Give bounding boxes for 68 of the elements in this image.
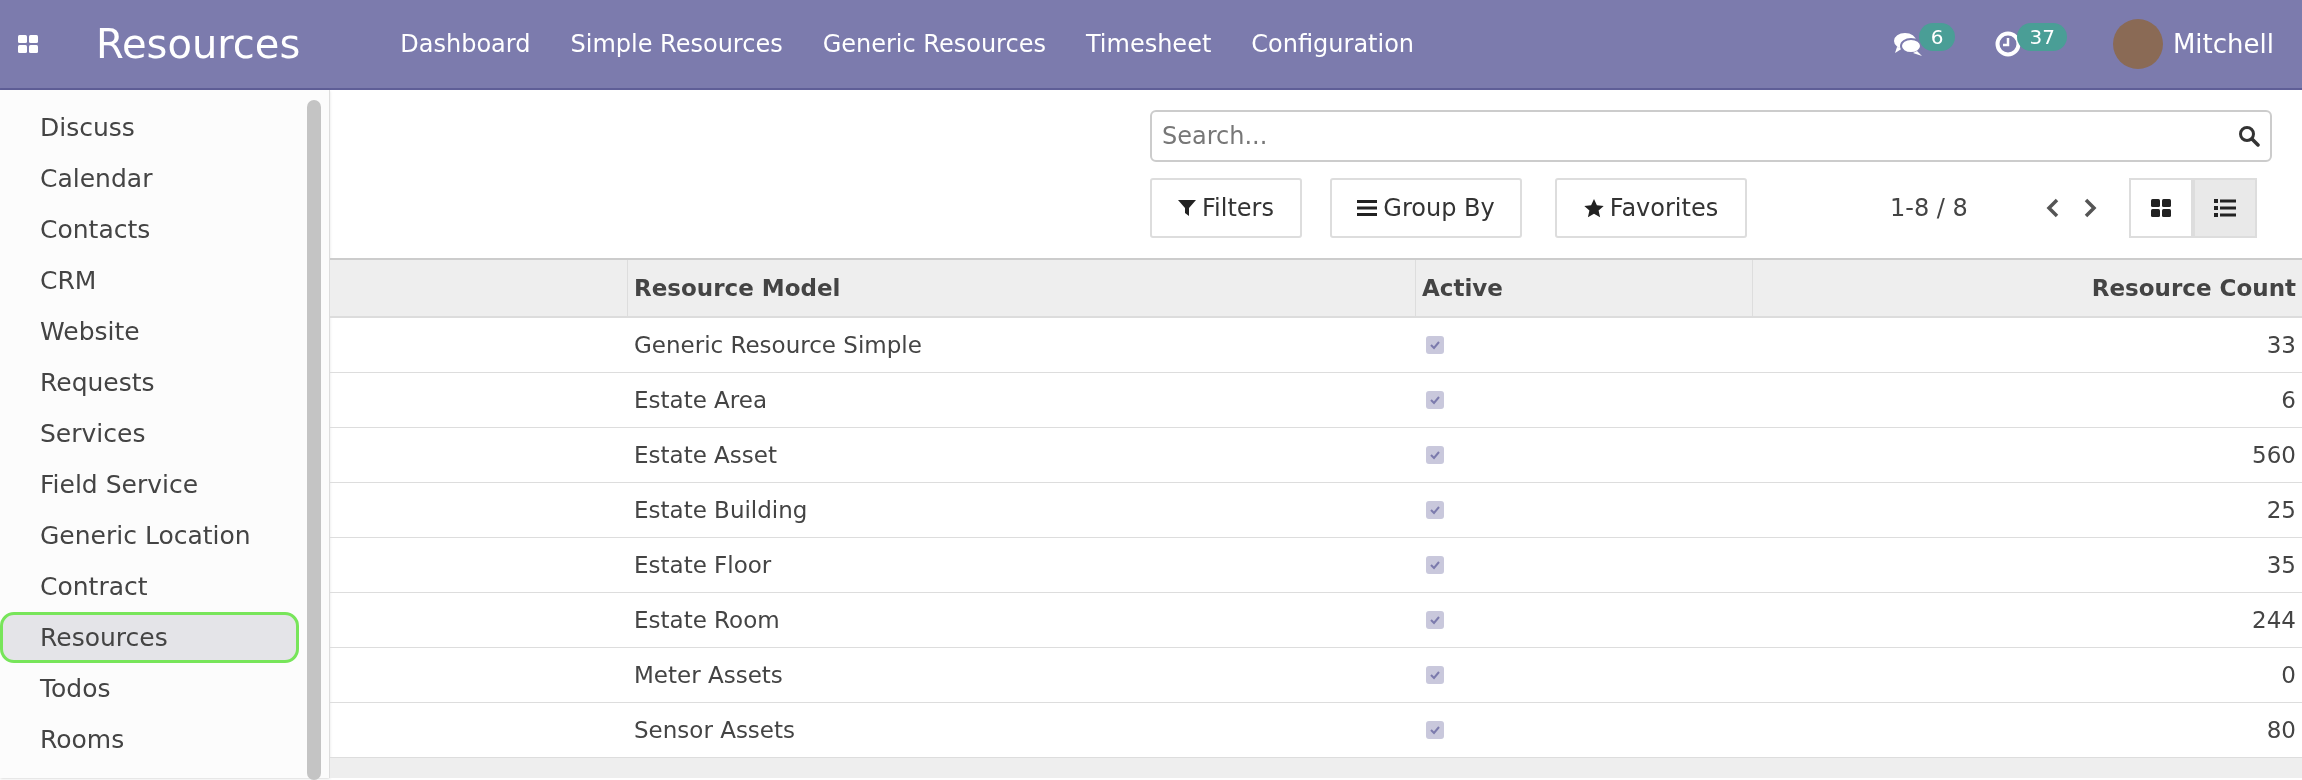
checkbox[interactable] (1426, 666, 1444, 684)
toolbar-button[interactable]: Filters (1150, 178, 1302, 238)
apps-menu-item[interactable]: Rooms (0, 714, 300, 765)
nav-menu-item[interactable]: Dashboard (400, 26, 531, 62)
checkbox[interactable] (1426, 611, 1444, 629)
checkbox[interactable] (1426, 721, 1444, 739)
user-name[interactable]: Mitchell (2172, 24, 2274, 64)
table-cell-text: Estate Room (633, 605, 781, 635)
next-icon[interactable] (2083, 197, 2097, 219)
view-switch-button[interactable] (2129, 178, 2193, 238)
checkbox[interactable] (1426, 446, 1444, 464)
apps-menu-item[interactable]: Website (0, 306, 300, 357)
toolbar-button[interactable]: Favorites (1555, 178, 1747, 238)
app-title: Resources (96, 20, 301, 69)
table-cell-text: 0 (2280, 660, 2297, 690)
checkbox[interactable] (1426, 336, 1444, 354)
apps-menu-item[interactable]: Generic Location (0, 510, 300, 561)
apps-menu-item[interactable]: Field Service (0, 459, 300, 510)
clock-icon[interactable] (1995, 31, 2022, 57)
notification-badge: 37 (2017, 23, 2067, 51)
previous-icon[interactable] (2046, 197, 2060, 219)
search-field[interactable]: Search... (1150, 110, 2272, 162)
table-cell-text: 6 (2280, 385, 2297, 415)
table-cell-text: Estate Asset (633, 440, 778, 470)
checkbox[interactable] (1426, 501, 1444, 519)
toolbar-button[interactable]: Group By (1330, 178, 1522, 238)
table-cell-text: Sensor Assets (633, 715, 796, 745)
view-switch-button[interactable] (2193, 178, 2257, 238)
table-cell-text: Estate Floor (633, 550, 773, 580)
table-cell-text: 33 (2265, 330, 2297, 360)
table-cell-text: Generic Resource Simple (633, 330, 923, 360)
table-cell-text: Estate Area (633, 385, 769, 415)
list-icon (2214, 199, 2236, 217)
table-cell-text: 244 (2251, 605, 2297, 635)
nav-menu-item[interactable]: Generic Resources (822, 26, 1046, 62)
column-header[interactable]: Resource Model (628, 260, 1416, 316)
apps-menu-item[interactable]: Services (0, 408, 300, 459)
apps-menu-item[interactable]: Calendar (0, 153, 300, 204)
chat-bubbles-icon[interactable] (1892, 31, 1923, 57)
column-header[interactable]: Active (1416, 260, 1753, 316)
nav-menu-item[interactable]: Configuration (1251, 26, 1415, 62)
checkbox[interactable] (1426, 556, 1444, 574)
table-cell-text: Meter Assets (633, 660, 784, 690)
apps-menu-item[interactable]: Todos (0, 663, 300, 714)
notification-badge: 6 (1918, 23, 1956, 51)
star-icon (1583, 198, 1604, 218)
table-cell-text: 35 (2265, 550, 2297, 580)
apps-menu-item[interactable]: Discuss (0, 102, 300, 153)
scrollbar[interactable] (307, 100, 322, 780)
column-header[interactable]: Resource Count (1753, 260, 2302, 316)
apps-menu-icon[interactable] (18, 35, 38, 53)
search-icon[interactable] (2238, 125, 2260, 147)
list-icon (1357, 200, 1378, 216)
checkbox[interactable] (1426, 391, 1444, 409)
pager-value[interactable]: 1-8 / 8 (1890, 190, 1968, 226)
table-cell-text: 80 (2265, 715, 2297, 745)
filter-icon (1178, 199, 1196, 217)
nav-menu-item[interactable]: Simple Resources (570, 26, 783, 62)
table-cell-text: 560 (2251, 440, 2297, 470)
table-cell-text: 25 (2265, 495, 2297, 525)
apps-menu-item[interactable]: Contacts (0, 204, 300, 255)
apps-menu-item[interactable]: Requests (0, 357, 300, 408)
apps-menu-item[interactable]: Contract (0, 561, 300, 612)
apps-menu-item[interactable]: CRM (0, 255, 300, 306)
nav-menu-item[interactable]: Timesheet (1085, 26, 1212, 62)
apps-menu-item[interactable]: Resources (0, 612, 300, 663)
table-cell-text: Estate Building (633, 495, 809, 525)
kanban-icon (2151, 199, 2171, 217)
